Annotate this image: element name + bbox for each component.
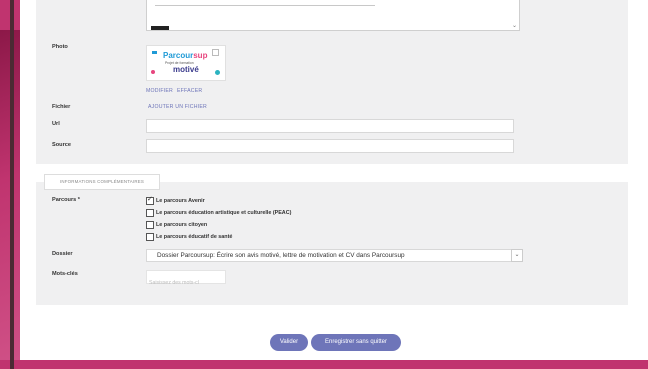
parcours-option-citoyen[interactable]: Le parcours citoyen xyxy=(146,221,207,229)
parcours-option-label: Le parcours éducatif de santé xyxy=(156,234,233,240)
source-input[interactable] xyxy=(146,139,514,153)
keywords-field[interactable] xyxy=(146,270,226,289)
save-without-quit-button[interactable]: Enregistrer sans quitter xyxy=(311,334,401,351)
logo-square-icon xyxy=(212,49,219,56)
checkbox[interactable] xyxy=(146,209,154,217)
check-icon[interactable] xyxy=(146,195,154,205)
editor-toolbar-block xyxy=(151,26,169,30)
dossier-select[interactable]: Dossier Parcoursup: Écrire son avis moti… xyxy=(146,249,523,262)
dossier-selected-value: Dossier Parcoursup: Écrire son avis moti… xyxy=(157,252,405,259)
checkbox[interactable] xyxy=(146,233,154,241)
textarea-text-line xyxy=(155,5,375,6)
parcours-option-label: Le parcours Avenir xyxy=(156,198,205,204)
description-textarea[interactable]: ⌄ xyxy=(146,0,520,31)
parcours-option-sante[interactable]: Le parcours éducatif de santé xyxy=(146,233,232,241)
media-panel: ⌄ Photo Parcoursup Projet de formation m… xyxy=(36,0,628,164)
dossier-label: Dossier xyxy=(52,251,73,257)
parcoursup-logo-text: Parcoursup xyxy=(163,51,208,60)
add-file-link[interactable]: AJOUTER UN FICHIER xyxy=(148,104,207,110)
file-label: Fichier xyxy=(52,104,71,110)
delete-photo-link[interactable]: EFFACER xyxy=(177,88,202,94)
url-input[interactable] xyxy=(146,119,514,133)
parcours-option-peac[interactable]: Le parcours éducation artistique et cult… xyxy=(146,209,291,217)
checkbox[interactable] xyxy=(146,221,154,229)
keywords-label: Mots-clés xyxy=(52,271,78,277)
modify-photo-link[interactable]: MODIFIER xyxy=(146,88,173,94)
parcours-option-label: Le parcours citoyen xyxy=(156,222,208,228)
photo-title: motivé xyxy=(173,65,199,74)
validate-button[interactable]: Valider xyxy=(270,334,308,351)
url-label: Url xyxy=(52,121,60,127)
bottom-brand-bar xyxy=(20,360,648,369)
logo-bubble-icon xyxy=(152,51,157,54)
photo-label: Photo xyxy=(52,44,68,50)
pink-dot-icon xyxy=(151,70,155,74)
teal-dot-icon xyxy=(215,70,220,75)
keywords-input[interactable] xyxy=(147,277,225,289)
additional-info-panel xyxy=(36,182,628,305)
photo-thumbnail[interactable]: Parcoursup Projet de formation motivé xyxy=(146,45,226,81)
resize-chevron-icon: ⌄ xyxy=(511,23,517,29)
rail-dark-strip xyxy=(10,0,14,369)
chevron-down-icon[interactable]: ⌄ xyxy=(511,249,523,262)
source-label: Source xyxy=(52,142,71,148)
parcours-label: Parcours * xyxy=(52,197,80,203)
additional-info-tab: INFORMATIONS COMPLÉMENTAIRES xyxy=(44,174,160,190)
parcours-option-label: Le parcours éducation artistique et cult… xyxy=(156,210,292,216)
parcours-option-avenir[interactable]: Le parcours Avenir xyxy=(146,195,205,205)
